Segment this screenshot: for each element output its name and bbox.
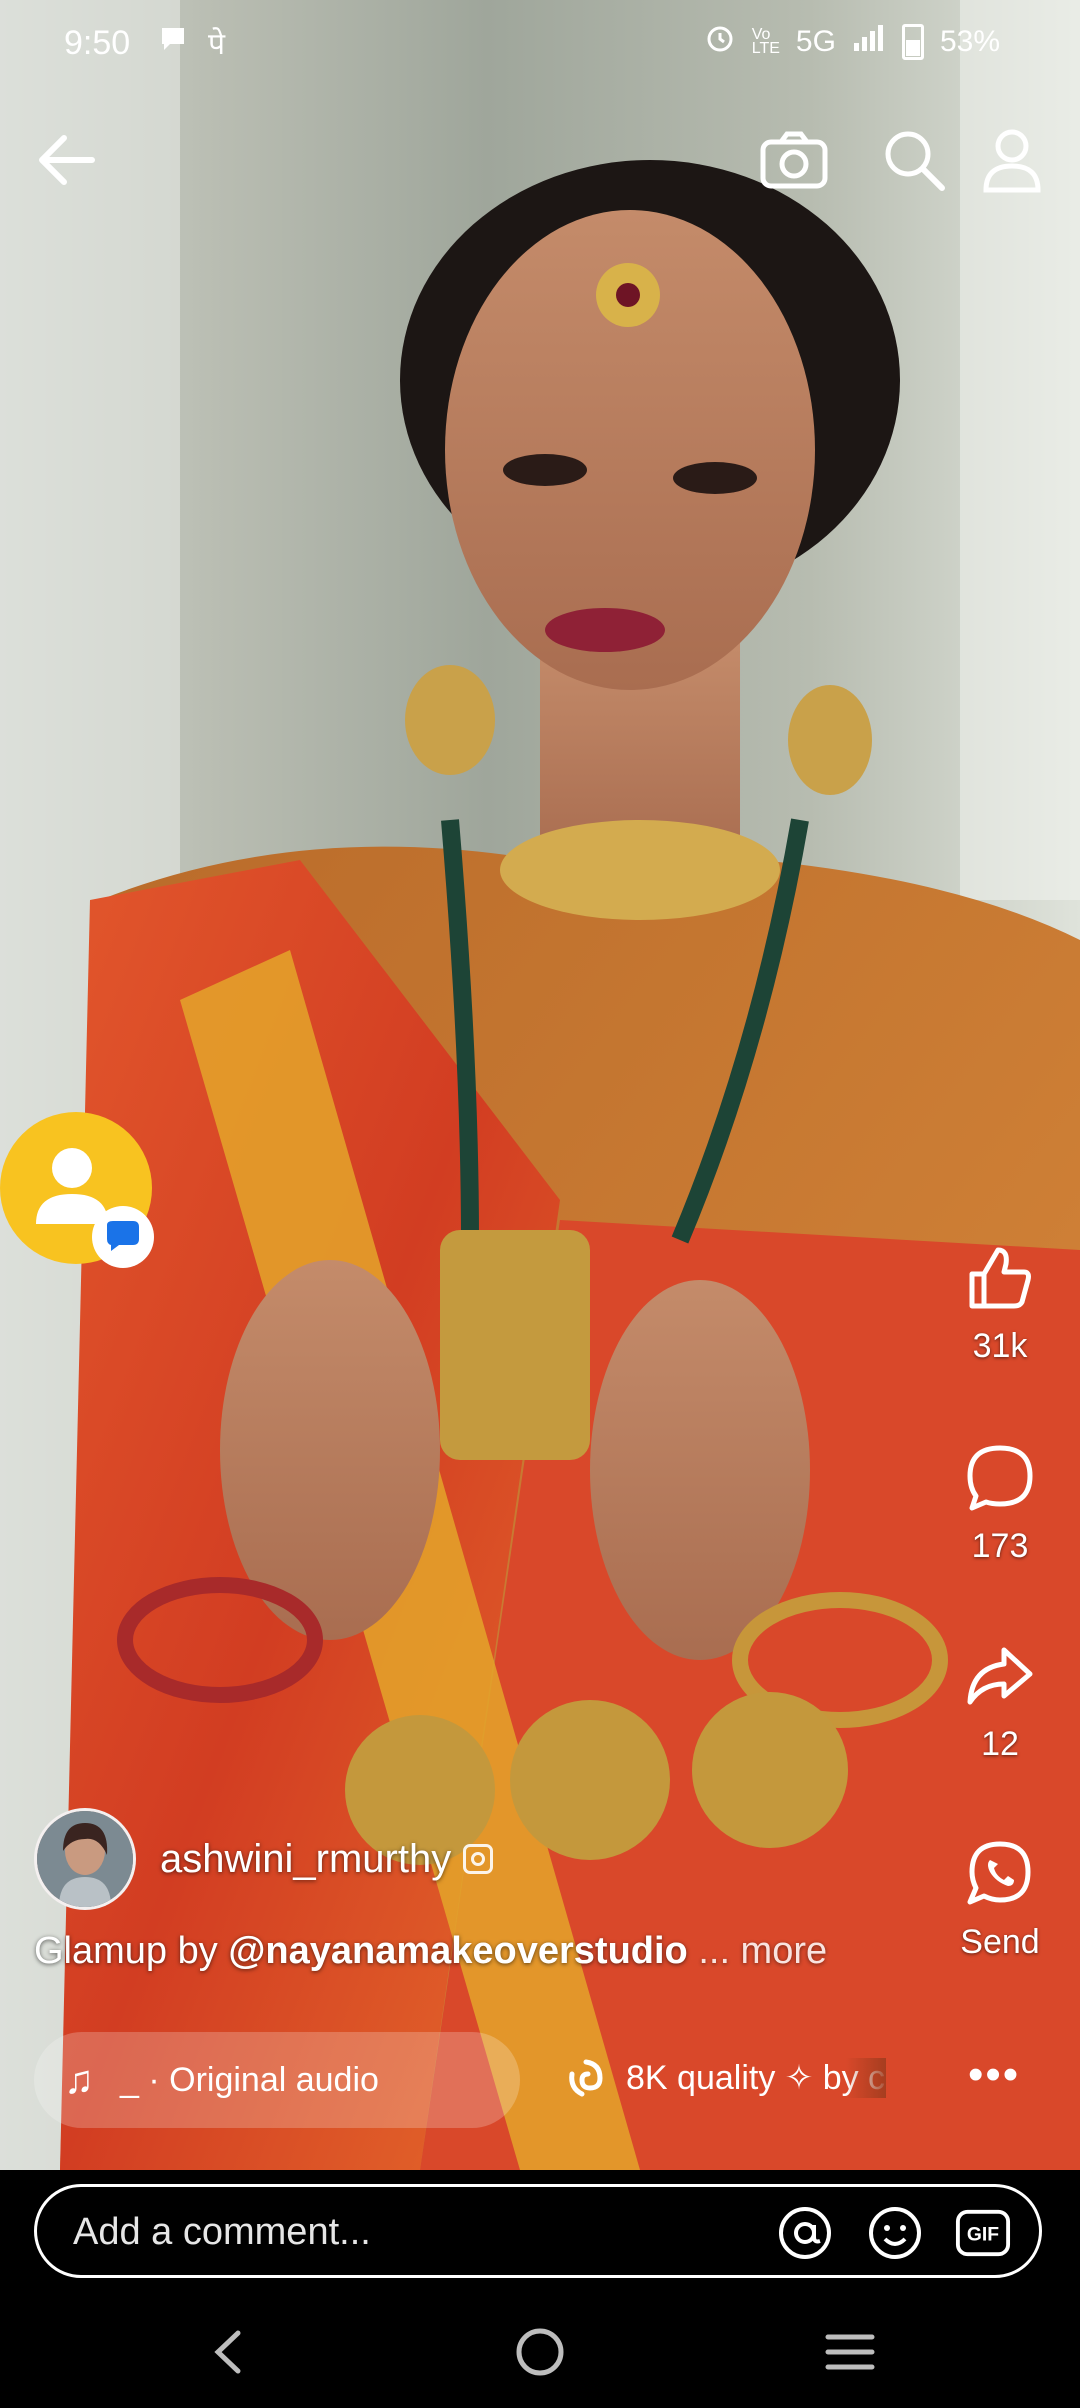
effect-fade [846,2058,886,2098]
nav-home-icon [516,2328,564,2376]
camera-button[interactable] [754,120,834,200]
caption-mention-link[interactable]: @nayanamakeoverstudio [228,1930,687,1972]
comment-count: 173 [971,1527,1029,1565]
status-time: 9:50 [64,24,131,62]
effect-spiral-icon [569,2059,603,2097]
battery-percent: 53% [939,25,1000,58]
payment-app-glyph: पे [208,28,226,61]
alarm-icon [704,22,736,62]
reel-screen: 9:50 पे Vo LTE 5G 53% 31k 173 12 Send as… [0,0,1080,2408]
reel-caption[interactable]: Glamup by @nayanamakeoverstudio ... more [34,1930,827,1973]
caption-more-link[interactable]: ... more [688,1930,827,1972]
nav-back-button[interactable] [188,2322,268,2382]
smiley-icon [869,2207,921,2259]
emoji-button[interactable] [867,2205,923,2261]
profile-icon [983,129,1041,193]
gif-icon: GIF [955,2209,1011,2257]
comment-bubble-icon [967,1445,1033,1511]
send-label: Send [960,1923,1040,1961]
send-whatsapp-button[interactable]: Send [920,1838,1080,1962]
floating-chat-head[interactable] [0,1112,154,1268]
battery-icon [901,24,924,60]
nav-recents-button[interactable] [810,2322,890,2382]
volte-icon: Vo LTE [751,26,780,57]
signal-icon [852,23,886,61]
back-arrow-icon [39,135,95,185]
instagram-icon [463,1844,494,1874]
thumbs-up-icon [969,1247,1031,1309]
comment-button[interactable]: 173 [920,1442,1080,1566]
share-count: 12 [981,1725,1019,1763]
whatsapp-icon [967,1841,1031,1905]
profile-button[interactable] [972,120,1052,200]
more-options-icon[interactable]: ••• [968,2050,1020,2100]
status-left-icons: पे [158,22,225,63]
music-note-icon: ♫ [64,2057,94,2102]
mention-button[interactable] [777,2205,833,2261]
like-count: 31k [972,1327,1028,1365]
audio-label: _ · Original audio [120,2060,379,2099]
share-button[interactable]: 12 [920,1640,1080,1764]
like-button[interactable]: 31k [920,1242,1080,1366]
nav-recents-icon [825,2334,875,2370]
at-sign-icon [779,2207,831,2259]
search-icon [885,131,945,191]
comment-placeholder: Add a comment... [73,2211,371,2253]
camera-icon [760,131,828,189]
audio-pill[interactable]: ♫ _ · Original audio [34,2032,520,2128]
gif-button[interactable]: GIF [955,2205,1011,2261]
message-badge [92,1206,154,1268]
back-button[interactable] [26,120,106,200]
author-row[interactable]: ashwini_rmurthy [34,1808,494,1910]
status-bar: 9:50 पे Vo LTE 5G 53% [0,0,1080,90]
system-nav-bar [0,2296,1080,2408]
share-arrow-icon [967,1647,1033,1705]
author-username[interactable]: ashwini_rmurthy [160,1837,451,1882]
avatar[interactable] [34,1808,136,1910]
network-type: 5G [795,25,836,58]
effect-label-row[interactable]: 8K quality ✧ by c [566,2058,886,2098]
search-button[interactable] [874,120,954,200]
comment-input[interactable]: Add a comment... GIF [34,2184,1042,2278]
nav-home-button[interactable] [500,2322,580,2382]
avatar-image [37,1811,133,1907]
chat-notification-icon [158,24,188,62]
nav-back-icon [214,2330,241,2374]
caption-prefix: Glamup by [34,1930,229,1972]
svg-text:GIF: GIF [967,2225,999,2246]
chat-bubble-icon [107,1221,139,1251]
status-right-icons: Vo LTE 5G 53% [704,22,1000,62]
